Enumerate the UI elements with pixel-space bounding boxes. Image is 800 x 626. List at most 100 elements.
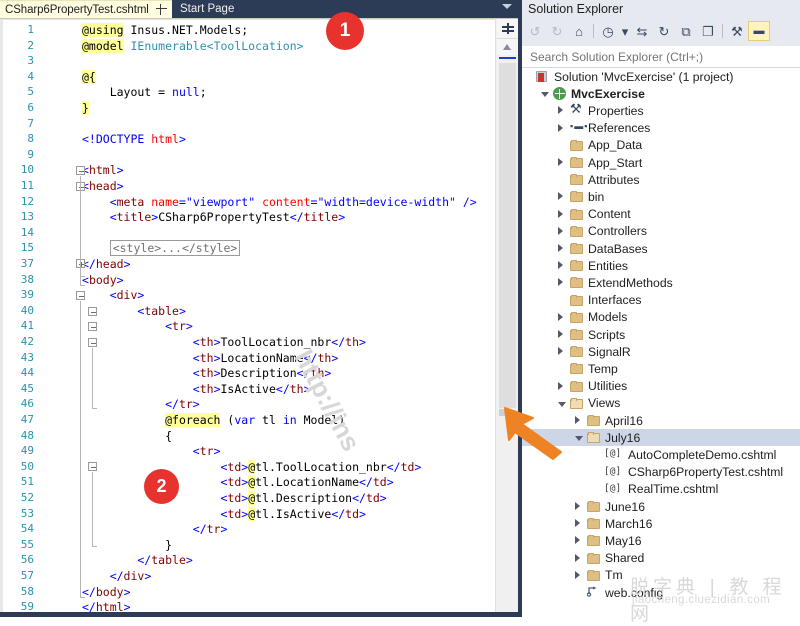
- line-number: 39: [20, 288, 34, 302]
- tree-item-march16[interactable]: March16: [522, 515, 800, 532]
- expander-closed-icon[interactable]: [558, 123, 563, 132]
- expander-closed-icon[interactable]: [575, 502, 580, 510]
- fold-marker-div[interactable]: [88, 307, 97, 316]
- expander-closed-icon[interactable]: [558, 192, 563, 201]
- tree-item-interfaces[interactable]: Interfaces: [522, 292, 800, 309]
- tree-item-label: App_Data: [588, 138, 643, 153]
- code-token: >: [379, 491, 387, 505]
- code-token: tl.Description: [255, 491, 353, 505]
- code-editor[interactable]: 1 @using Insus.NET.Models; 2 @model IEnumer…: [0, 19, 495, 617]
- expander-closed-icon[interactable]: [558, 158, 563, 166]
- expander-closed-icon[interactable]: [575, 553, 580, 562]
- tab-start-page[interactable]: Start Page: [172, 0, 243, 18]
- fold-marker-tr2[interactable]: [88, 462, 97, 471]
- line-number: 9: [27, 147, 34, 161]
- tree-item-models[interactable]: Models: [522, 309, 800, 326]
- tree-item-shared[interactable]: Shared: [522, 550, 800, 567]
- tree-item-may16[interactable]: May16: [522, 532, 800, 549]
- code-token: <: [82, 506, 228, 521]
- expander-closed-icon[interactable]: [558, 244, 563, 252]
- line-code: <td>@tl.LocationName</td>: [82, 475, 394, 490]
- chevron-down-icon[interactable]: [502, 4, 512, 9]
- line-code: {: [82, 429, 172, 443]
- pin-icon[interactable]: [155, 4, 167, 15]
- tree-item-references[interactable]: ▪▬▪ References: [522, 120, 800, 137]
- fold-marker-table[interactable]: [88, 322, 97, 331]
- folder-icon: [587, 415, 600, 426]
- folder-icon: [570, 243, 583, 254]
- tree-item-solution-mvcexercise-1-project[interactable]: Solution 'MvcExercise' (1 project): [522, 68, 800, 85]
- tree-item-content[interactable]: Content: [522, 206, 800, 223]
- tree-item-june16[interactable]: June16: [522, 498, 800, 515]
- expander-open-icon[interactable]: [541, 92, 549, 98]
- expander-closed-icon[interactable]: [558, 312, 563, 321]
- expander-closed-icon[interactable]: [558, 261, 563, 270]
- expander-closed-icon[interactable]: [558, 278, 563, 287]
- fold-marker-html[interactable]: [76, 166, 85, 175]
- pending-changes-filter-button[interactable]: ◷: [597, 21, 619, 41]
- expander-closed-icon[interactable]: [558, 106, 563, 115]
- code-token: </: [82, 569, 124, 583]
- tree-item-controllers[interactable]: Controllers: [522, 223, 800, 240]
- tree-item-mvcexercise[interactable]: MvcExercise: [522, 85, 800, 102]
- folder-icon: [570, 277, 583, 289]
- solution-tree[interactable]: Solution 'MvcExercise' (1 project) MvcExe…: [522, 68, 800, 617]
- search-input[interactable]: [528, 48, 792, 66]
- expander-closed-icon[interactable]: [558, 381, 563, 390]
- tree-item-csharp6propertytest-cshtml[interactable]: [@] CSharp6PropertyTest.cshtml: [522, 464, 800, 481]
- scrollbar-thumb[interactable]: [499, 63, 516, 408]
- show-all-files-button[interactable]: ❐: [697, 21, 719, 41]
- filter-dropdown-button[interactable]: ▾: [619, 21, 631, 41]
- tree-item-utilities[interactable]: Utilities: [522, 378, 800, 395]
- folder-icon: [570, 157, 583, 168]
- expander-closed-icon[interactable]: [575, 536, 580, 545]
- tree-item-label: AutoCompleteDemo.cshtml: [628, 447, 777, 462]
- watermark-site-en: jiaocheng.cluezidian.com: [632, 594, 771, 606]
- solution-explorer-search[interactable]: [522, 46, 800, 68]
- expander-closed-icon[interactable]: [558, 347, 563, 356]
- code-token: </: [82, 522, 207, 537]
- tree-item-bin[interactable]: bin: [522, 188, 800, 205]
- tree-item-entities[interactable]: Entities: [522, 257, 800, 274]
- split-view-button[interactable]: [497, 19, 518, 39]
- code-token: td: [227, 491, 242, 505]
- expander-closed-icon[interactable]: [558, 330, 563, 338]
- tree-item-realtime-cshtml[interactable]: [@] RealTime.cshtml: [522, 481, 800, 498]
- tree-item-scripts[interactable]: Scripts: [522, 326, 800, 343]
- tree-item-extendmethods[interactable]: ExtendMethods: [522, 274, 800, 291]
- expander-open-icon[interactable]: [575, 436, 583, 442]
- line-code: @using Insus.NET.Models;: [82, 23, 248, 37]
- sync-with-active-document-button[interactable]: ⇆: [631, 21, 653, 41]
- forward-button[interactable]: ↻: [546, 21, 568, 41]
- expander-closed-icon[interactable]: [575, 519, 580, 528]
- home-button[interactable]: ⌂: [568, 21, 590, 41]
- collapse-all-button[interactable]: ⧉: [675, 21, 697, 41]
- tree-item-attributes[interactable]: Attributes: [522, 171, 800, 188]
- code-token: }: [82, 101, 89, 115]
- tree-item-temp[interactable]: Temp: [522, 360, 800, 377]
- back-button[interactable]: ↺: [524, 21, 546, 41]
- toolbar-separator: [722, 24, 723, 38]
- fold-marker-body[interactable]: [76, 291, 85, 300]
- tree-item-app-data[interactable]: App_Data: [522, 137, 800, 154]
- tree-item-app-start[interactable]: App_Start: [522, 154, 800, 171]
- fold-marker-tr[interactable]: [88, 338, 97, 347]
- expander-closed-icon[interactable]: [558, 226, 563, 235]
- editor-scrollbar-column[interactable]: [495, 19, 519, 617]
- preview-selected-items-button[interactable]: ▬: [748, 21, 770, 41]
- expander-closed-icon[interactable]: [558, 209, 563, 218]
- tree-item-properties[interactable]: ⚒ Properties: [522, 102, 800, 119]
- tree-item-label: April16: [605, 413, 643, 428]
- tree-item-signalr[interactable]: SignalR: [522, 343, 800, 360]
- tab-csharp6propertytest[interactable]: CSharp6PropertyTest.cshtml ✕: [0, 0, 188, 18]
- line-number: 12: [20, 194, 34, 208]
- expander-closed-icon[interactable]: [575, 416, 580, 424]
- scroll-up-button[interactable]: [497, 39, 518, 55]
- expander-closed-icon[interactable]: [575, 570, 580, 579]
- properties-button[interactable]: ⚒: [726, 21, 748, 41]
- refresh-button[interactable]: ↻: [653, 21, 675, 41]
- tree-item-label: References: [588, 121, 651, 136]
- tree-item-databases[interactable]: DataBases: [522, 240, 800, 257]
